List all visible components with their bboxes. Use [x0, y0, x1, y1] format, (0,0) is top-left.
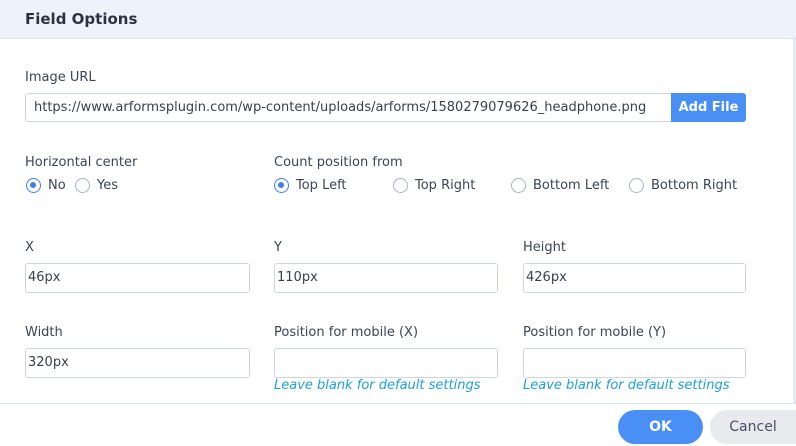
mobile-x-hint: Leave blank for default settings: [274, 378, 481, 393]
mobile-y-hint: Leave blank for default settings: [523, 378, 730, 393]
radio-label: No: [48, 178, 66, 193]
width-input[interactable]: 320px: [25, 348, 250, 378]
radio-unchecked-icon: [511, 178, 526, 193]
horizontal-center-yes-radio[interactable]: Yes: [75, 178, 118, 193]
radio-unchecked-icon: [393, 178, 408, 193]
count-position-top-left-radio[interactable]: Top Left: [274, 178, 347, 193]
count-position-bottom-left-radio[interactable]: Bottom Left: [511, 178, 609, 193]
count-position-bottom-right-radio[interactable]: Bottom Right: [629, 178, 737, 193]
radio-label: Bottom Left: [533, 178, 610, 193]
radio-label: Bottom Right: [651, 178, 738, 193]
y-label: Y: [274, 240, 282, 255]
ok-button[interactable]: OK: [618, 410, 703, 444]
x-label: X: [25, 240, 34, 255]
height-input[interactable]: 426px: [523, 263, 746, 293]
cancel-button[interactable]: Cancel: [710, 410, 796, 444]
mobile-y-label: Position for mobile (Y): [523, 325, 667, 340]
x-input[interactable]: 46px: [25, 263, 250, 293]
radio-label: Top Left: [296, 178, 347, 193]
radio-checked-icon: [274, 178, 289, 193]
dialog-title: Field Options: [25, 10, 138, 28]
mobile-y-input[interactable]: [523, 348, 746, 378]
count-position-top-right-radio[interactable]: Top Right: [393, 178, 475, 193]
radio-checked-icon: [26, 178, 41, 193]
add-file-button[interactable]: Add File: [671, 93, 746, 122]
mobile-x-input[interactable]: [274, 348, 498, 378]
count-position-label: Count position from: [274, 155, 403, 170]
y-input[interactable]: 110px: [274, 263, 498, 293]
image-url-input[interactable]: https://www.arformsplugin.com/wp-content…: [25, 93, 671, 122]
width-label: Width: [25, 325, 63, 340]
mobile-x-label: Position for mobile (X): [274, 325, 419, 340]
height-label: Height: [523, 240, 566, 255]
horizontal-center-no-radio[interactable]: No: [26, 178, 66, 193]
radio-unchecked-icon: [629, 178, 644, 193]
radio-unchecked-icon: [75, 178, 90, 193]
dialog-header: Field Options: [0, 0, 796, 39]
image-url-label: Image URL: [25, 70, 96, 85]
radio-label: Yes: [97, 178, 118, 193]
horizontal-center-label: Horizontal center: [25, 155, 138, 170]
radio-label: Top Right: [415, 178, 476, 193]
